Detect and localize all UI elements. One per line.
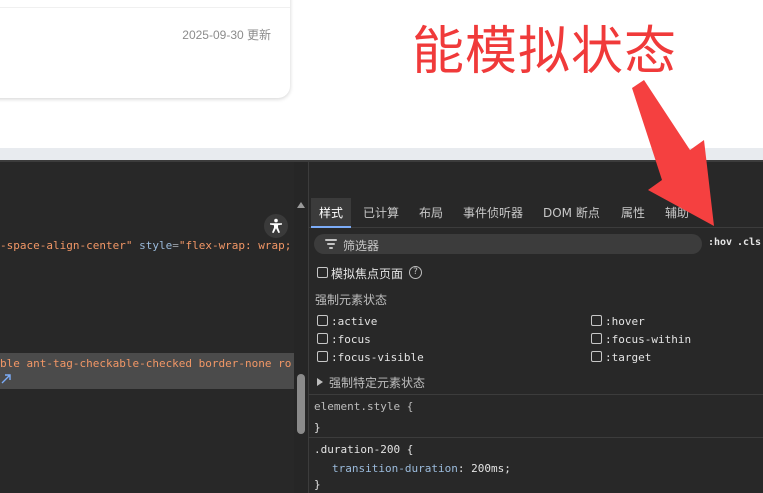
annotation-arrow-icon	[632, 80, 714, 226]
